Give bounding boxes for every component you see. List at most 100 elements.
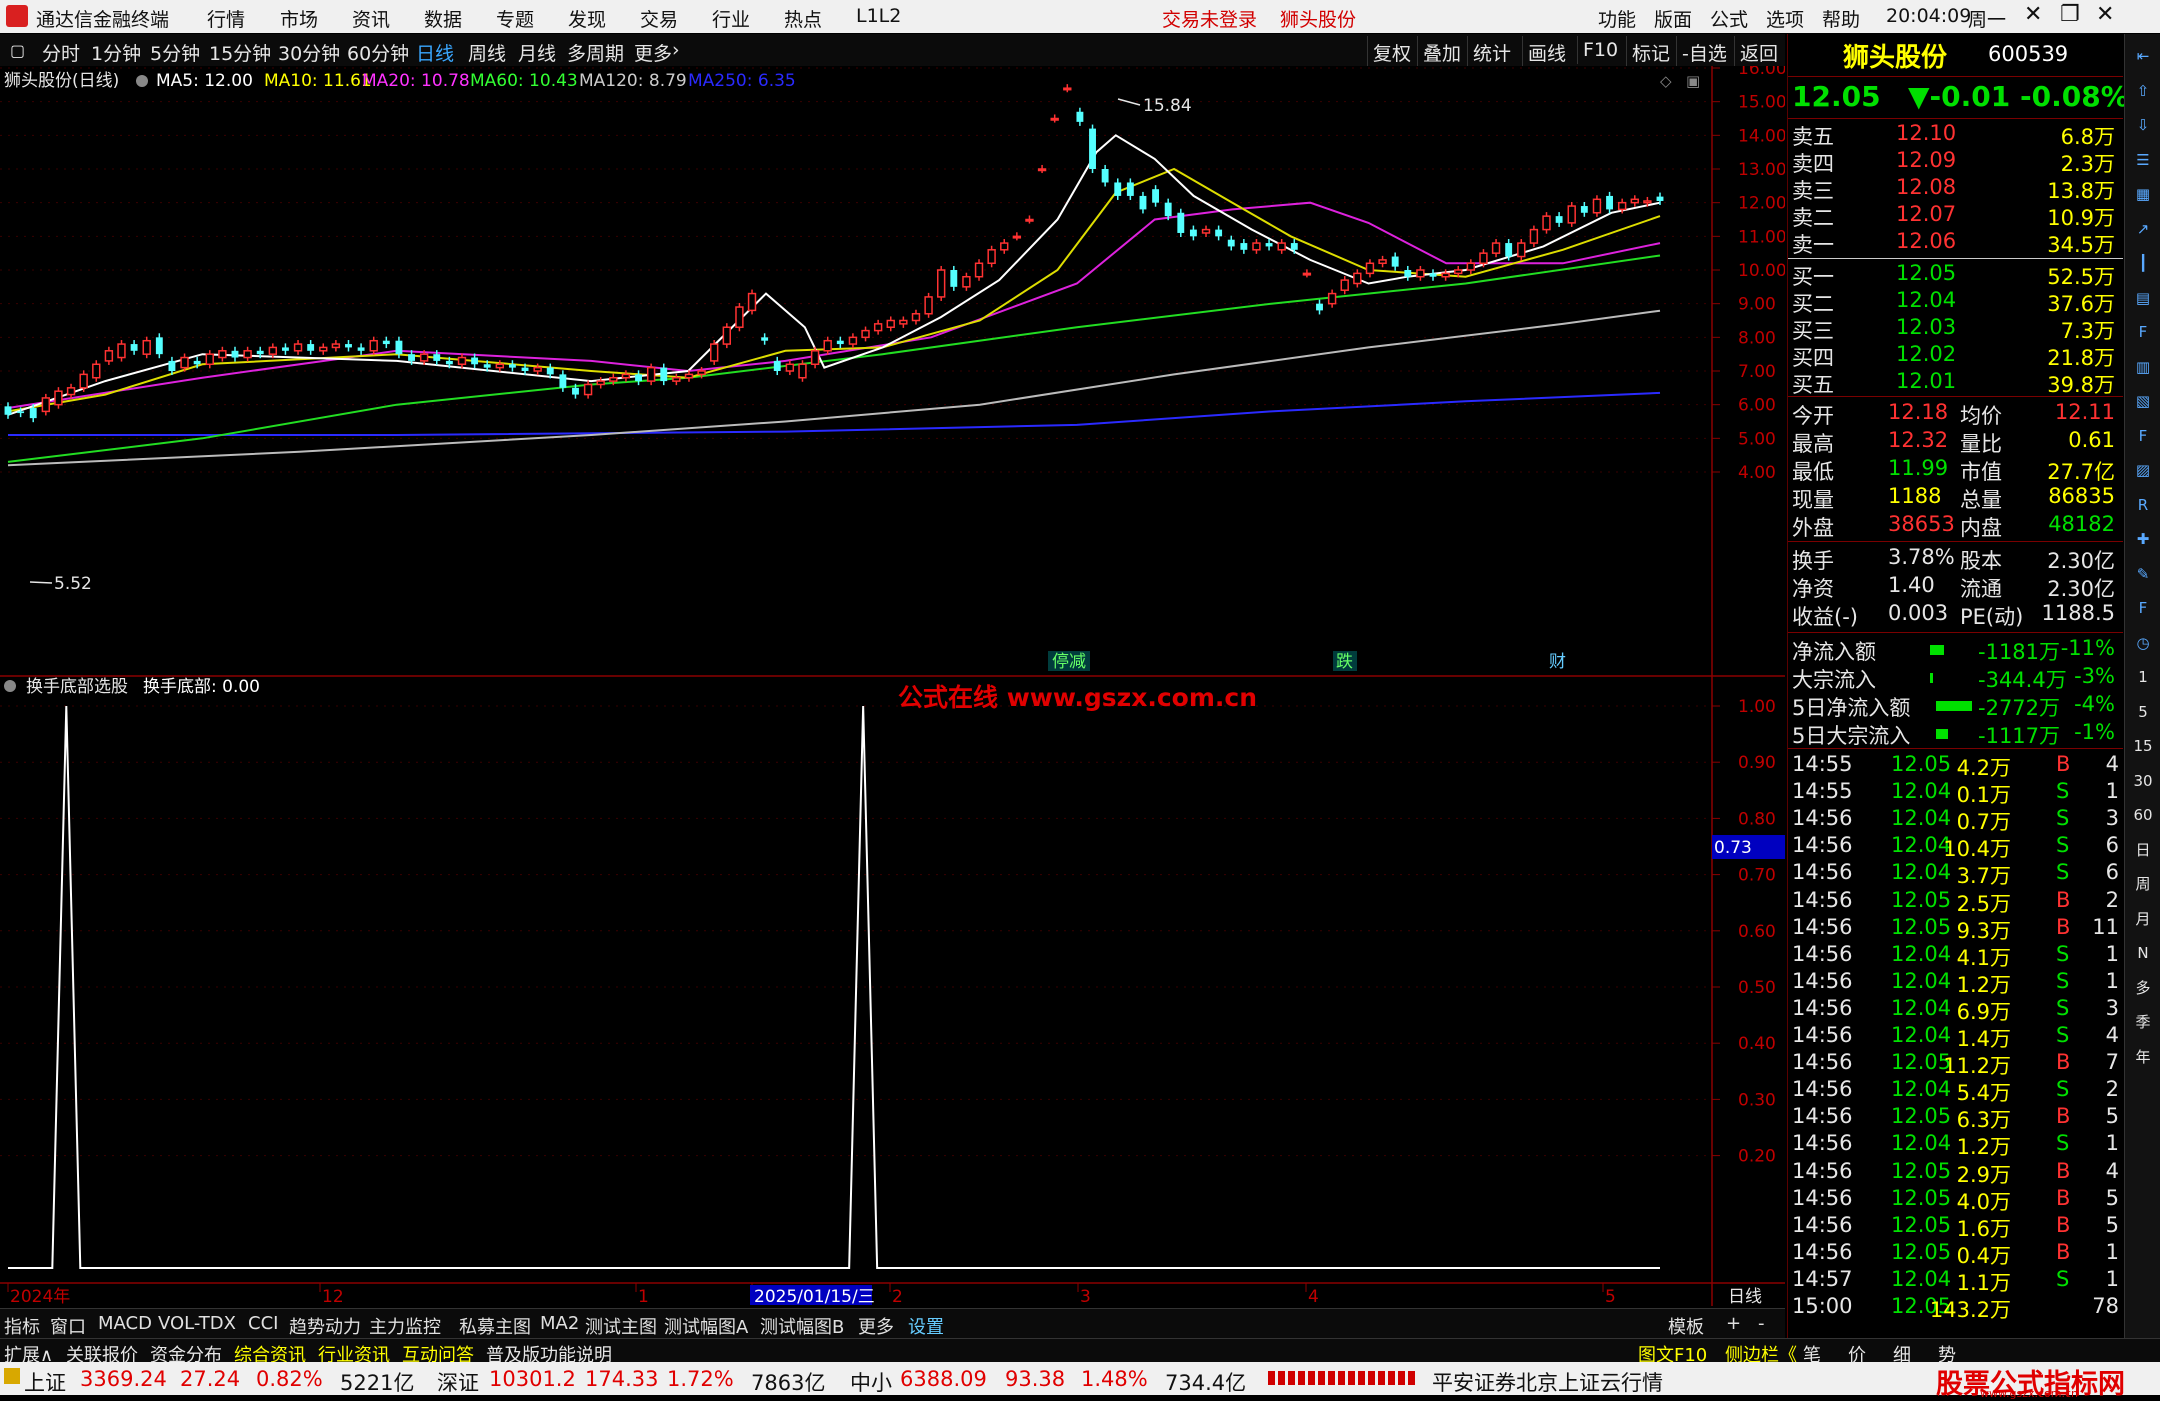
period-shortcut-20[interactable]: 15 — [2131, 734, 2155, 758]
btn-fanhui[interactable]: 返回 — [1734, 36, 1783, 69]
period-shortcut-18[interactable]: 1 — [2131, 665, 2155, 689]
up-arrow-icon[interactable]: ⇧ — [2131, 79, 2155, 103]
clock-icon[interactable]: ◷ — [2131, 631, 2155, 655]
rsi-icon[interactable]: R — [2131, 493, 2155, 517]
btn-diejia[interactable]: 叠加 — [1417, 36, 1466, 69]
pin-icon[interactable]: ⇤ — [2131, 44, 2155, 68]
period-shortcut-28[interactable]: 季 — [2131, 1010, 2155, 1034]
template-control[interactable]: + — [1726, 1313, 1741, 1334]
chart-menu-icon[interactable] — [136, 75, 148, 87]
f-icon[interactable]: F — [2131, 424, 2155, 448]
period-shortcut-25[interactable]: 月 — [2131, 907, 2155, 931]
idx-zx-name[interactable]: 中小 — [850, 1367, 892, 1397]
chart-icon[interactable]: ↗ — [2131, 217, 2155, 241]
indicator-tab[interactable]: 测试幅图B — [760, 1313, 844, 1339]
f10-icon[interactable]: F — [2131, 320, 2155, 344]
close-icon[interactable]: ✕ — [2096, 2, 2114, 27]
subchart-menu-icon[interactable] — [4, 680, 16, 692]
indicator-tab[interactable]: 窗口 — [50, 1313, 86, 1339]
report-icon[interactable]: ▥ — [2131, 355, 2155, 379]
period-more[interactable]: 更多 — [634, 39, 672, 66]
menu-square-icon[interactable]: ▢ — [10, 41, 25, 60]
period-shortcut-26[interactable]: N — [2131, 941, 2155, 965]
indicator-tab[interactable]: 设置 — [908, 1313, 944, 1339]
cross-icon[interactable]: ✚ — [2131, 527, 2155, 551]
event-tingjian[interactable]: 停减 — [1052, 652, 1086, 672]
menu-jiaoyi[interactable]: 交易 — [640, 5, 678, 32]
grid-icon[interactable]: ▦ — [2131, 182, 2155, 206]
period-shortcut-23[interactable]: 日 — [2131, 838, 2155, 862]
btn-f10[interactable]: F10 — [1577, 36, 1623, 64]
period-fenshi[interactable]: 分时 — [42, 39, 80, 66]
period-shortcut-22[interactable]: 60 — [2131, 803, 2155, 827]
period-shortcut-27[interactable]: 多 — [2131, 976, 2155, 1000]
menu-xuanxiang[interactable]: 选项 — [1766, 5, 1804, 32]
menu-hangqing[interactable]: 行情 — [207, 5, 245, 32]
pen-icon[interactable]: ✎ — [2131, 562, 2155, 586]
period-30min[interactable]: 30分钟 — [278, 39, 340, 66]
period-shortcut-19[interactable]: 5 — [2131, 700, 2155, 724]
menu-zhuanti[interactable]: 专题 — [496, 5, 534, 32]
template-control[interactable]: 模板 — [1668, 1313, 1704, 1339]
idx-sz-name[interactable]: 深证 — [437, 1367, 479, 1397]
period-1min[interactable]: 1分钟 — [91, 39, 141, 66]
template-control[interactable]: - — [1758, 1313, 1765, 1334]
chart-area[interactable]: 1.00 0.90 0.80 0.70 0.60 0.50 0.40 0.30 0.20 16.… — [0, 59, 1787, 1307]
panel-close-icon[interactable]: ▣ — [1686, 72, 1700, 90]
period-multi[interactable]: 多周期 — [567, 39, 624, 66]
menu-l1l2[interactable]: L1L2 — [856, 5, 901, 27]
period-60min[interactable]: 60分钟 — [347, 39, 409, 66]
indicator-tab[interactable]: 指标 — [4, 1313, 40, 1339]
menu-shichang[interactable]: 市场 — [280, 5, 318, 32]
doc-icon[interactable]: ▧ — [2131, 389, 2155, 413]
calc-icon[interactable]: ▨ — [2131, 458, 2155, 482]
indicator-tab[interactable]: 测试主图 — [585, 1313, 657, 1339]
menu-banmian[interactable]: 版面 — [1654, 5, 1692, 32]
down-arrow-icon[interactable]: ⇩ — [2131, 113, 2155, 137]
indicator-tab[interactable]: 更多 — [858, 1313, 894, 1339]
btn-biaoji[interactable]: 标记 — [1626, 36, 1675, 69]
chevron-right-icon[interactable]: › — [672, 39, 680, 61]
restore-icon[interactable]: ❐ — [2060, 2, 2080, 27]
idx-sh-name[interactable]: 上证 — [24, 1367, 66, 1397]
indicator-tab[interactable]: MA2 — [540, 1313, 579, 1334]
status-icon[interactable] — [4, 1368, 20, 1384]
indicator-tab[interactable]: 趋势动力 — [289, 1313, 361, 1339]
fs-icon[interactable]: F — [2131, 596, 2155, 620]
minimize-icon[interactable]: ✕ — [2024, 2, 2042, 27]
menu-hangye[interactable]: 行业 — [712, 5, 750, 32]
event-die[interactable]: 跌 — [1336, 652, 1353, 672]
event-cai[interactable]: 财 — [1549, 652, 1566, 672]
menu-zixun[interactable]: 资讯 — [352, 5, 390, 32]
book-icon[interactable]: ▤ — [2131, 286, 2155, 310]
btn-fuquan[interactable]: 复权 — [1367, 36, 1416, 69]
indicator-tab[interactable]: 私募主图 — [459, 1313, 531, 1339]
indicator-tab[interactable]: 测试幅图A — [664, 1313, 748, 1339]
kline-chart[interactable]: 1.000.900.800.700.600.500.400.300.20 16.… — [0, 59, 1787, 1307]
candle-icon[interactable]: ┃ — [2131, 251, 2155, 275]
period-weekly[interactable]: 周线 — [468, 39, 506, 66]
period-15min[interactable]: 15分钟 — [209, 39, 271, 66]
menu-gongneng[interactable]: 功能 — [1598, 5, 1636, 32]
period-5min[interactable]: 5分钟 — [150, 39, 200, 66]
btn-huaxian[interactable]: 画线 — [1522, 36, 1571, 69]
list-icon[interactable]: ☰ — [2131, 148, 2155, 172]
menu-faxian[interactable]: 发现 — [568, 5, 606, 32]
period-monthly[interactable]: 月线 — [518, 39, 556, 66]
diamond-icon[interactable]: ◇ — [1660, 72, 1672, 90]
period-shortcut-21[interactable]: 30 — [2131, 769, 2155, 793]
indicator-tab[interactable]: MACD — [98, 1313, 152, 1334]
menu-shuju[interactable]: 数据 — [424, 5, 462, 32]
indicator-tab[interactable]: VOL-TDX — [158, 1313, 236, 1334]
menu-redian[interactable]: 热点 — [784, 5, 822, 32]
menu-bangzhu[interactable]: 帮助 — [1822, 5, 1860, 32]
menu-gongshi[interactable]: 公式 — [1710, 5, 1748, 32]
btn-tongji[interactable]: 统计 — [1467, 36, 1516, 69]
indicator-tab[interactable]: CCI — [248, 1313, 278, 1334]
btn-zixuan[interactable]: -自选 — [1676, 36, 1732, 69]
period-shortcut-29[interactable]: 年 — [2131, 1045, 2155, 1069]
period-daily[interactable]: 日线 — [416, 39, 454, 66]
indicator-tab[interactable]: 主力监控 — [369, 1313, 441, 1339]
login-status[interactable]: 交易未登录 — [1162, 5, 1257, 32]
period-shortcut-24[interactable]: 周 — [2131, 872, 2155, 896]
